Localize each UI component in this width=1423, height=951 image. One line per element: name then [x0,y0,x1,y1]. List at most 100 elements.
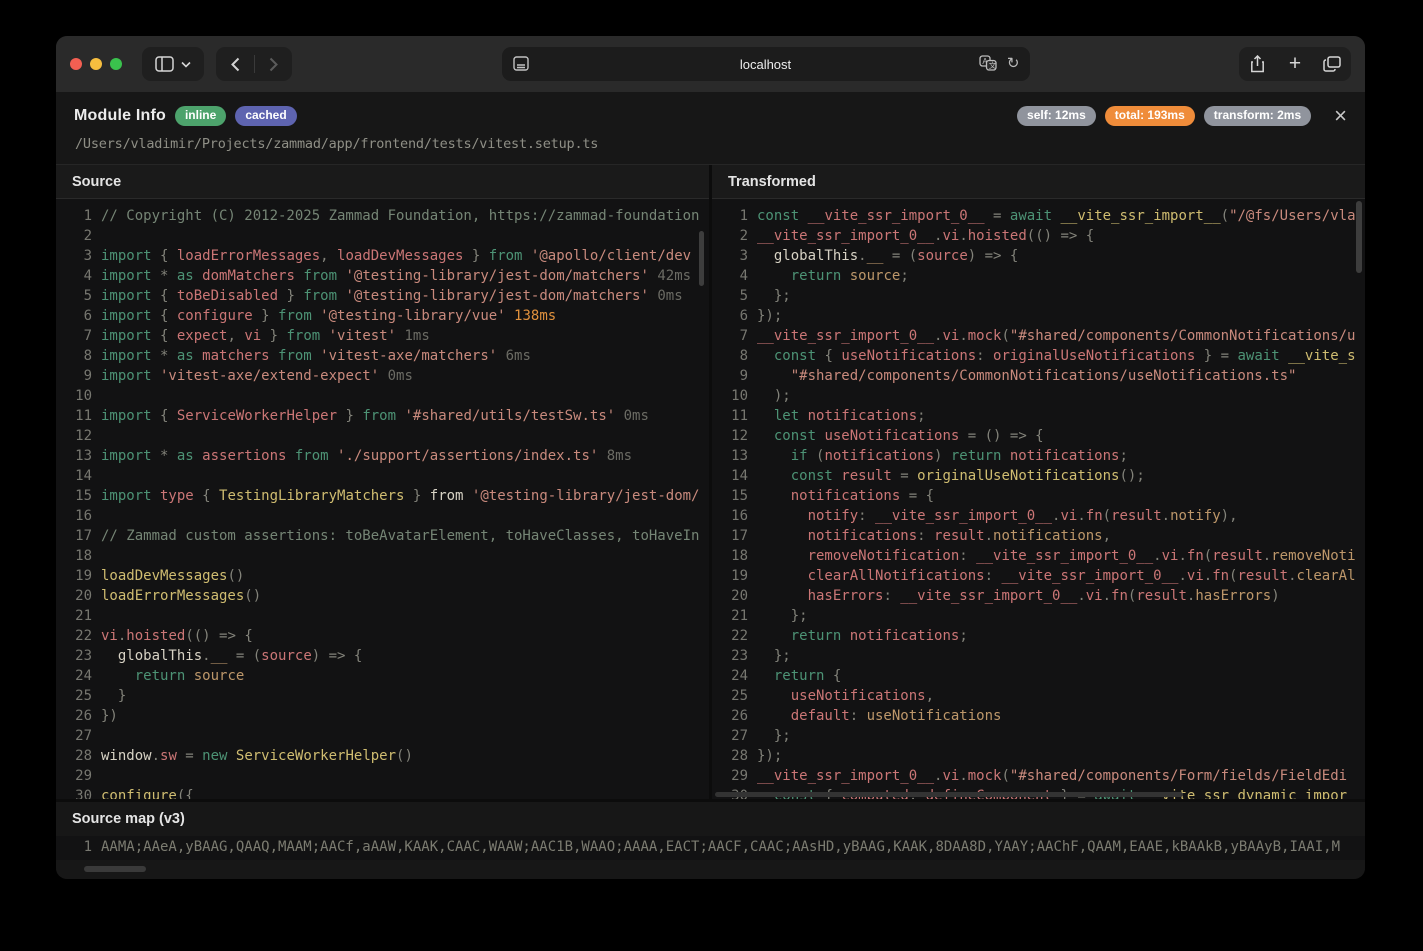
line-number: 10 [712,386,757,406]
code-line: 14 const result = originalUseNotificatio… [712,466,1365,486]
line-number: 22 [712,626,757,646]
code-line: 24 return source [56,666,709,686]
plus-icon: + [1289,53,1301,74]
badge-cached: cached [235,106,296,127]
code-line: 25 useNotifications, [712,686,1365,706]
line-number: 21 [712,606,757,626]
reload-icon[interactable]: ↻ [1007,56,1020,71]
sourcemap-title: Source map (v3) [56,802,1365,836]
line-number: 12 [712,426,757,446]
code-line: 20loadErrorMessages() [56,586,709,606]
code-line: 16 [56,506,709,526]
transformed-horizontal-scrollbar[interactable] [715,792,1183,797]
transformed-code-view[interactable]: 1const __vite_ssr_import_0__ = await __v… [712,199,1365,799]
line-number: 6 [712,306,757,326]
line-number: 2 [712,226,757,246]
line-number: 19 [56,566,101,586]
line-number: 15 [712,486,757,506]
code-line: 23 globalThis.__ = (source) => { [56,646,709,666]
code-line: 7import { expect, vi } from 'vitest' 1ms [56,326,709,346]
line-number: 5 [712,286,757,306]
sourcemap-horizontal-scrollbar[interactable] [84,866,146,872]
code-line: 19 clearAllNotifications: __vite_ssr_imp… [712,566,1365,586]
line-number: 30 [56,786,101,799]
new-tab-button[interactable]: + [1276,47,1313,81]
line-number: 15 [56,486,101,506]
line-number: 22 [56,626,101,646]
line-number: 14 [56,466,101,486]
address-bar-actions: A 文 ↻ [979,55,1020,71]
code-line: 24 return { [712,666,1365,686]
sidebar-toggle-button[interactable] [142,47,204,81]
code-line: 11import { ServiceWorkerHelper } from '#… [56,406,709,426]
back-button[interactable] [217,47,254,81]
line-number: 7 [56,326,101,346]
close-icon[interactable]: × [1334,105,1347,127]
code-line: 5import { toBeDisabled } from '@testing-… [56,286,709,306]
line-number: 3 [712,246,757,266]
line-number: 11 [712,406,757,426]
zoom-window-button[interactable] [110,58,122,70]
chevron-down-icon [181,61,191,68]
module-file-path: /Users/vladimir/Projects/zammad/app/fron… [75,136,1347,152]
line-number: 28 [712,746,757,766]
address-bar[interactable]: localhost A 文 ↻ [502,47,1030,81]
line-number: 26 [56,706,101,726]
code-line: 15import type { TestingLibraryMatchers }… [56,486,709,506]
line-number: 29 [712,766,757,786]
line-number: 23 [712,646,757,666]
code-line: 30configure({ [56,786,709,799]
line-number: 1 [56,206,101,226]
line-number: 9 [712,366,757,386]
code-line: 18 removeNotification: __vite_ssr_import… [712,546,1365,566]
url-text: localhost [502,57,1030,72]
code-line: 26}) [56,706,709,726]
code-line: 1// Copyright (C) 2012-2025 Zammad Found… [56,206,709,226]
translate-icon[interactable]: A 文 [979,55,997,71]
close-window-button[interactable] [70,58,82,70]
line-number: 10 [56,386,101,406]
minimize-window-button[interactable] [90,58,102,70]
line-number: 27 [56,726,101,746]
code-line: 20 hasErrors: __vite_ssr_import_0__.vi.f… [712,586,1365,606]
tab-overview-button[interactable] [1314,47,1351,81]
code-line: 11 let notifications; [712,406,1365,426]
timing-total-badge: total: 193ms [1105,106,1195,127]
transformed-panel-title: Transformed [712,165,1365,199]
module-info-header: Module Info inline cached self: 12ms tot… [56,92,1365,152]
code-line: 28}); [712,746,1365,766]
line-number: 7 [712,326,757,346]
browser-window: localhost A 文 ↻ + [56,36,1365,879]
forward-button[interactable] [255,47,292,81]
line-number: 18 [56,546,101,566]
line-number: 4 [56,266,101,286]
sourcemap-section: Source map (v3) 1AAMA;AAeA,yBAAG,QAAQ,MA… [56,799,1365,879]
code-line: 6import { configure } from '@testing-lib… [56,306,709,326]
line-number: 5 [56,286,101,306]
sourcemap-code-view[interactable]: 1AAMA;AAeA,yBAAG,QAAQ,MAAM;AACf,aAAW,KAA… [56,836,1365,860]
code-line: 1const __vite_ssr_import_0__ = await __v… [712,206,1365,226]
code-line: 8 const { useNotifications: originalUseN… [712,346,1365,366]
code-line: 21 [56,606,709,626]
line-number: 6 [56,306,101,326]
line-number: 20 [56,586,101,606]
code-panels: Source 1// Copyright (C) 2012-2025 Zamma… [56,164,1365,799]
transformed-vertical-scrollbar[interactable] [1356,201,1362,273]
line-number: 16 [712,506,757,526]
code-line: 10 [56,386,709,406]
code-line: 12 const useNotifications = () => { [712,426,1365,446]
code-line: 22vi.hoisted(() => { [56,626,709,646]
line-number: 27 [712,726,757,746]
code-line: 7__vite_ssr_import_0__.vi.mock("#shared/… [712,326,1365,346]
share-button[interactable] [1239,47,1276,81]
code-line: 4 return source; [712,266,1365,286]
code-line: 14 [56,466,709,486]
code-line: 2 [56,226,709,246]
source-code-view[interactable]: 1// Copyright (C) 2012-2025 Zammad Found… [56,199,709,799]
source-vertical-scrollbar[interactable] [699,231,704,286]
code-line: 18 [56,546,709,566]
code-line: 21 }; [712,606,1365,626]
code-line: 8import * as matchers from 'vitest-axe/m… [56,346,709,366]
source-panel-title: Source [56,165,709,199]
line-number: 29 [56,766,101,786]
